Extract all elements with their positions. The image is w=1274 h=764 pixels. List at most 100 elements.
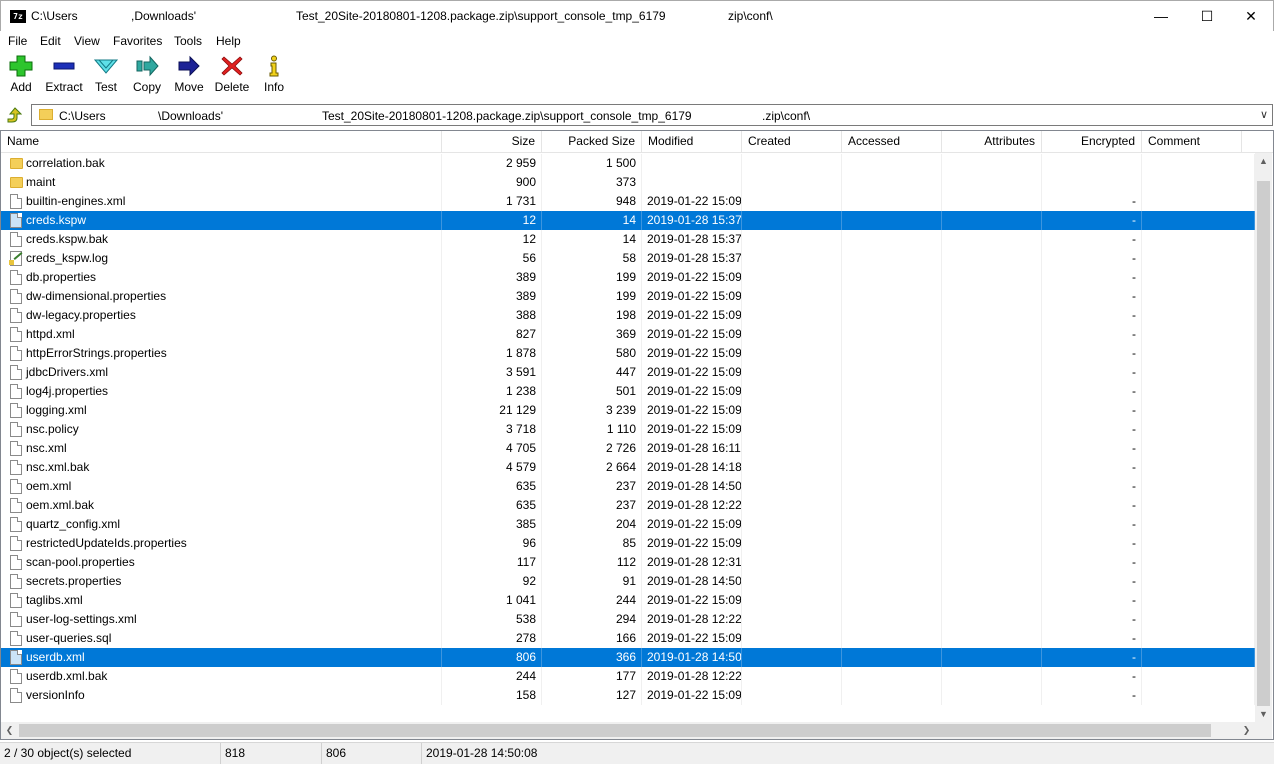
cell-comment [1142,306,1255,325]
column-size[interactable]: Size [442,131,542,153]
file-icon [10,688,22,703]
table-row[interactable]: secrets.properties 92 91 2019-01-28 14:50 - [1,572,1255,591]
cell-attributes [942,629,1042,648]
close-button[interactable]: ✕ [1228,1,1274,31]
file-icon [10,574,22,589]
cell-size: 96 [442,534,542,553]
delete-button[interactable]: Delete [213,55,251,94]
column-name[interactable]: Name [1,131,442,153]
cell-name: quartz_config.xml [1,515,442,534]
minimize-button[interactable]: — [1138,1,1184,31]
vertical-scrollbar[interactable]: ▲ ▼ [1255,153,1272,723]
file-list[interactable]: Name Size Packed Size Modified Created A… [0,130,1274,740]
address-bar: C:\Users \Downloads' Test_20Site-2018080… [0,102,1274,128]
cell-modified: 2019-01-28 15:37 [642,230,742,249]
up-folder-icon[interactable] [6,107,22,123]
vertical-scroll-thumb[interactable] [1257,181,1270,706]
cell-attributes [942,230,1042,249]
move-button[interactable]: Move [173,55,205,94]
table-row[interactable]: versionInfo 158 127 2019-01-22 15:09 - [1,686,1255,705]
scroll-up-icon[interactable]: ▲ [1255,153,1272,170]
cell-created [742,325,842,344]
cell-size: 1 238 [442,382,542,401]
scroll-left-icon[interactable]: ❮ [1,722,18,739]
cell-accessed [842,268,942,287]
cell-packed: 58 [542,249,642,268]
menu-tools[interactable]: Tools [174,34,202,48]
cell-attributes [942,648,1042,667]
cell-attributes [942,477,1042,496]
cell-name: db.properties [1,268,442,287]
horizontal-scrollbar[interactable]: ❮ ❯ [1,722,1255,739]
column-accessed[interactable]: Accessed [842,131,942,153]
table-row[interactable]: correlation.bak 2 959 1 500 [1,154,1255,173]
table-row[interactable]: dw-dimensional.properties 389 199 2019-01-2… [1,287,1255,306]
address-input[interactable]: C:\Users \Downloads' Test_20Site-2018080… [31,104,1273,126]
cell-name: user-queries.sql [1,629,442,648]
file-icon [10,612,22,627]
table-row[interactable]: restrictedUpdateIds.properties 96 85 2019-0… [1,534,1255,553]
column-attributes[interactable]: Attributes [942,131,1042,153]
table-row[interactable]: quartz_config.xml 385 204 2019-01-22 15:09 - [1,515,1255,534]
cell-comment [1142,287,1255,306]
scroll-right-icon[interactable]: ❯ [1238,722,1255,739]
menu-view[interactable]: View [74,34,100,48]
cell-encrypted: - [1042,287,1142,306]
menu-edit[interactable]: Edit [40,34,61,48]
menu-favorites[interactable]: Favorites [113,34,162,48]
table-row[interactable]: creds.kspw 12 14 2019-01-28 15:37 - [1,211,1255,230]
cell-size: 244 [442,667,542,686]
chevron-down-icon[interactable]: ∨ [1260,108,1268,121]
table-row[interactable]: jdbcDrivers.xml 3 591 447 2019-01-22 15:09 - [1,363,1255,382]
table-row[interactable]: db.properties 389 199 2019-01-22 15:09 - [1,268,1255,287]
table-row[interactable]: builtin-engines.xml 1 731 948 2019-01-22 15… [1,192,1255,211]
cell-name: dw-dimensional.properties [1,287,442,306]
table-row[interactable]: creds_kspw.log 56 58 2019-01-28 15:37 - [1,249,1255,268]
table-row[interactable]: nsc.policy 3 718 1 110 2019-01-22 15:09 - [1,420,1255,439]
table-row[interactable]: nsc.xml.bak 4 579 2 664 2019-01-28 14:18 - [1,458,1255,477]
menu-file[interactable]: File [8,34,27,48]
file-name: httpErrorStrings.properties [26,346,167,360]
maximize-button[interactable]: ☐ [1184,1,1230,31]
table-row[interactable]: user-log-settings.xml 538 294 2019-01-28 12… [1,610,1255,629]
column-modified[interactable]: Modified [642,131,742,153]
cell-accessed [842,667,942,686]
file-name: user-queries.sql [26,631,112,645]
table-row[interactable]: user-queries.sql 278 166 2019-01-22 15:09 - [1,629,1255,648]
table-row[interactable]: taglibs.xml 1 041 244 2019-01-22 15:09 - [1,591,1255,610]
table-row[interactable]: log4j.properties 1 238 501 2019-01-22 15:09… [1,382,1255,401]
scroll-down-icon[interactable]: ▼ [1255,706,1272,723]
cell-packed: 366 [542,648,642,667]
table-row[interactable]: maint 900 373 [1,173,1255,192]
column-created[interactable]: Created [742,131,842,153]
table-row[interactable]: oem.xml.bak 635 237 2019-01-28 12:22 - [1,496,1255,515]
test-button[interactable]: Test [92,55,120,94]
table-row[interactable]: oem.xml 635 237 2019-01-28 14:50 - [1,477,1255,496]
extract-button[interactable]: Extract [44,55,84,94]
file-icon [10,308,22,323]
add-icon [9,55,33,77]
table-row[interactable]: dw-legacy.properties 388 198 2019-01-22 15:… [1,306,1255,325]
table-row[interactable]: logging.xml 21 129 3 239 2019-01-22 15:09 - [1,401,1255,420]
column-comment[interactable]: Comment [1142,131,1242,153]
cell-accessed [842,173,942,192]
table-row[interactable]: userdb.xml 806 366 2019-01-28 14:50 - [1,648,1255,667]
column-packed-size[interactable]: Packed Size [542,131,642,153]
table-row[interactable]: scan-pool.properties 117 112 2019-01-28 12:… [1,553,1255,572]
table-row[interactable]: userdb.xml.bak 244 177 2019-01-28 12:22 - [1,667,1255,686]
copy-button[interactable]: Copy [131,55,163,94]
file-icon [10,346,22,361]
table-row[interactable]: creds.kspw.bak 12 14 2019-01-28 15:37 - [1,230,1255,249]
table-row[interactable]: httpErrorStrings.properties 1 878 580 2019-… [1,344,1255,363]
info-label: Info [263,80,284,94]
menu-help[interactable]: Help [216,34,241,48]
table-row[interactable]: nsc.xml 4 705 2 726 2019-01-28 16:11 - [1,439,1255,458]
add-button[interactable]: Add [7,55,35,94]
table-row[interactable]: httpd.xml 827 369 2019-01-22 15:09 - [1,325,1255,344]
cell-modified: 2019-01-28 12:22 [642,667,742,686]
horizontal-scroll-thumb[interactable] [19,724,1211,737]
move-icon [177,55,201,77]
cell-accessed [842,496,942,515]
info-button[interactable]: Info [261,55,287,94]
column-encrypted[interactable]: Encrypted [1042,131,1142,153]
